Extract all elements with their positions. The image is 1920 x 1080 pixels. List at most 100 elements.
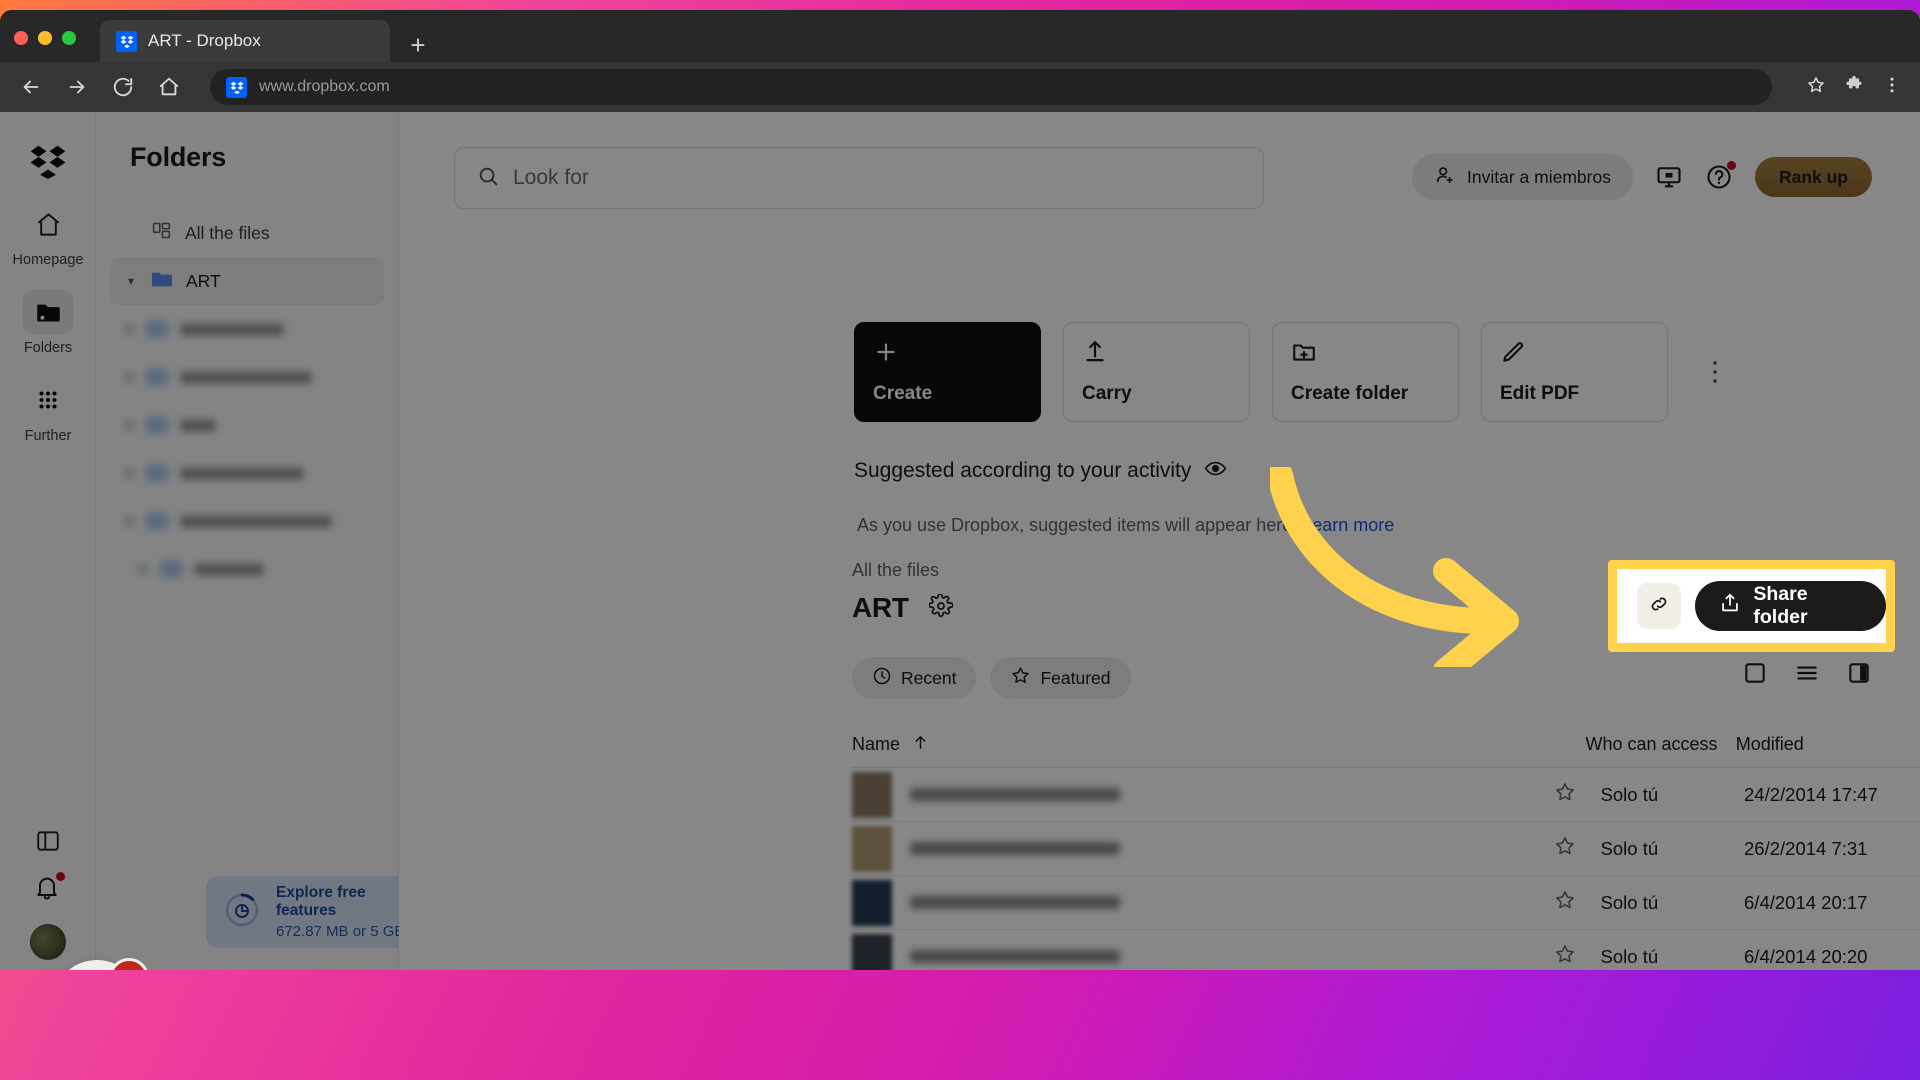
sidebar-subfolder-item[interactable] <box>138 545 370 593</box>
forward-arrow-icon[interactable] <box>64 74 90 100</box>
sidebar-subfolder-item[interactable] <box>124 305 370 353</box>
column-header-name[interactable]: Name <box>852 734 1586 756</box>
sidebar-subfolder-list[interactable] <box>96 305 398 593</box>
bookmark-star-icon[interactable] <box>1806 75 1826 100</box>
home-icon <box>22 202 74 246</box>
sidebar-item-art[interactable]: ▾ ART <box>110 257 384 305</box>
list-view-icon[interactable] <box>1794 660 1820 691</box>
folder-icon <box>146 512 168 530</box>
close-window-button[interactable] <box>14 31 28 45</box>
action-card-create-folder[interactable]: Create folder <box>1272 322 1459 422</box>
eye-icon[interactable] <box>1204 457 1227 485</box>
rail-item-homepage[interactable]: Homepage <box>0 202 96 268</box>
folder-icon <box>22 290 74 334</box>
file-name-label <box>910 896 1120 909</box>
favorite-star-icon[interactable] <box>1553 834 1577 863</box>
suggested-title: Suggested according to your activity <box>854 459 1192 482</box>
window-controls[interactable] <box>14 31 76 45</box>
filter-chip-recent[interactable]: Recent <box>852 657 977 699</box>
minimize-window-button[interactable] <box>38 31 52 45</box>
file-name-cell[interactable] <box>852 879 1553 926</box>
action-card-edit-pdf[interactable]: Edit PDF <box>1481 322 1668 422</box>
chevron-icon <box>124 324 134 334</box>
suggested-empty-text: As you use Dropbox, suggested items will… <box>857 515 1298 535</box>
all-files-icon <box>151 220 172 246</box>
file-name-cell[interactable] <box>852 933 1553 970</box>
sidebar-subfolder-item[interactable] <box>124 401 370 449</box>
home-icon[interactable] <box>156 74 182 100</box>
help-circle-icon[interactable] <box>1705 161 1736 191</box>
file-modified-cell: 26/2/2014 7:31 <box>1744 837 1868 859</box>
rank-up-button[interactable]: Rank up <box>1754 157 1872 197</box>
table-row[interactable]: Solo tú 6/4/2014 20:20 <box>852 930 1920 970</box>
site-favicon-icon <box>226 76 247 98</box>
sidebar-title: Folders <box>130 142 227 172</box>
browser-toolbar: www.dropbox.com <box>0 62 1920 112</box>
file-access-cell: Solo tú <box>1600 837 1659 859</box>
column-header-access[interactable]: Who can access <box>1586 734 1736 755</box>
grid-view-icon[interactable] <box>1742 660 1768 691</box>
file-name-cell[interactable] <box>852 825 1553 872</box>
notifications-bell-icon[interactable] <box>33 872 65 904</box>
share-folder-label: Share folder <box>1753 583 1808 628</box>
kebab-menu-icon[interactable] <box>1882 75 1902 100</box>
gear-icon[interactable] <box>927 592 954 623</box>
new-tab-button[interactable]: + <box>405 32 431 58</box>
search-input[interactable]: Look for <box>454 147 1264 209</box>
maximize-window-button[interactable] <box>62 31 76 45</box>
action-card-carry[interactable]: Carry <box>1063 322 1250 422</box>
table-row[interactable]: Solo tú 24/2/2014 17:47 <box>852 768 1920 822</box>
file-access-cell: Solo tú <box>1600 945 1659 967</box>
action-card-label: Carry <box>1082 383 1132 404</box>
table-row[interactable]: Solo tú 6/4/2014 20:17 <box>852 876 1920 930</box>
sidebar-subfolder-label <box>180 419 216 431</box>
rail-item-further[interactable]: Further <box>0 378 96 444</box>
file-name-label <box>910 788 1120 801</box>
reload-icon[interactable] <box>110 74 136 100</box>
address-bar[interactable]: www.dropbox.com <box>210 69 1772 105</box>
file-modified-cell: 6/4/2014 20:20 <box>1744 945 1868 967</box>
table-row[interactable]: Solo tú 26/2/2014 7:31 <box>852 822 1920 876</box>
app-badge-overlay[interactable]: g.32 <box>52 958 149 970</box>
monitor-icon[interactable] <box>1655 163 1683 191</box>
chevron-down-icon[interactable]: ▾ <box>124 274 138 288</box>
sidebar-subfolder-label <box>180 467 304 479</box>
more-actions-button[interactable]: ⋮ <box>1690 359 1740 384</box>
badge-count: 32 <box>109 958 149 970</box>
chevron-icon <box>124 516 134 526</box>
file-name-label <box>910 842 1120 855</box>
favorite-star-icon[interactable] <box>1553 780 1577 809</box>
back-arrow-icon[interactable] <box>18 74 44 100</box>
action-card-row: Create Carry Create folder Edit PDF ⋮ <box>854 322 1740 422</box>
column-header-modified[interactable]: Modified <box>1736 734 1920 755</box>
user-avatar[interactable] <box>30 924 66 960</box>
upload-icon <box>1082 339 1231 370</box>
action-card-label: Create folder <box>1291 383 1409 404</box>
favorite-star-icon[interactable] <box>1553 888 1577 917</box>
sidebar-subfolder-item[interactable] <box>124 497 370 545</box>
file-name-cell[interactable] <box>852 771 1553 818</box>
dropbox-logo-icon[interactable] <box>25 140 71 180</box>
sidebar-subfolder-item[interactable] <box>124 449 370 497</box>
breadcrumb-parent[interactable]: All the files <box>852 560 939 581</box>
favorite-star-icon[interactable] <box>1553 942 1577 970</box>
action-card-create[interactable]: Create <box>854 322 1041 422</box>
arrow-up-icon <box>912 734 929 756</box>
extensions-puzzle-icon[interactable] <box>1844 75 1864 100</box>
sidebar-item-all-files[interactable]: All the files <box>110 209 384 257</box>
file-modified-cell: 24/2/2014 17:47 <box>1744 783 1878 805</box>
filter-chip-featured[interactable]: Featured <box>990 657 1131 699</box>
split-view-icon[interactable] <box>1846 660 1872 691</box>
notification-dot <box>56 872 65 881</box>
sidebar-subfolder-item[interactable] <box>124 353 370 401</box>
browser-tab[interactable]: ART - Dropbox <box>100 20 390 62</box>
rail-item-folders[interactable]: Folders <box>0 290 96 356</box>
tab-strip: ART - Dropbox + <box>0 10 1920 62</box>
side-panel-toggle-icon[interactable] <box>35 828 61 854</box>
copy-link-button[interactable] <box>1637 583 1682 629</box>
page-title: ART <box>852 592 909 623</box>
file-name-label <box>910 950 1120 963</box>
share-folder-button[interactable]: Share folder <box>1695 581 1886 631</box>
file-thumbnail <box>852 933 892 970</box>
invite-members-button[interactable]: Invitar a miembros <box>1412 154 1633 200</box>
